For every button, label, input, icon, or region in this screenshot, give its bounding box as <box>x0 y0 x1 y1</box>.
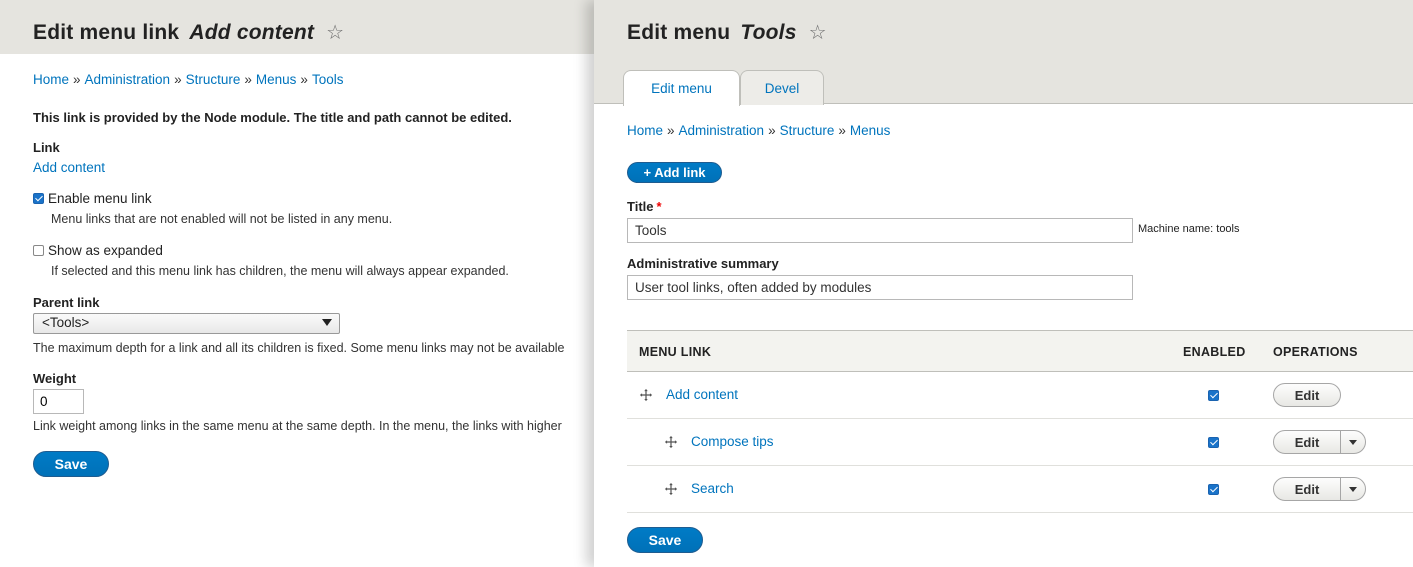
show-expanded-description: If selected and this menu link has child… <box>51 264 509 278</box>
breadcrumb-separator: » <box>174 72 182 87</box>
edit-button[interactable]: Edit <box>1273 430 1366 454</box>
breadcrumb-home[interactable]: Home <box>33 72 69 87</box>
edit-button[interactable]: Edit <box>1273 477 1366 501</box>
add-link-button[interactable]: + Add link <box>627 162 722 183</box>
save-button[interactable]: Save <box>627 527 703 553</box>
weight-description: Link weight among links in the same menu… <box>33 419 562 433</box>
parent-link-selected-value: <Tools> <box>42 315 90 330</box>
menu-link-title[interactable]: Search <box>691 481 734 496</box>
enable-menu-link-checkbox[interactable] <box>33 193 44 204</box>
edit-button[interactable]: Edit <box>1273 383 1341 407</box>
breadcrumb-menus[interactable]: Menus <box>850 123 891 138</box>
title-label: Title * <box>627 199 662 214</box>
breadcrumb-separator: » <box>838 123 846 138</box>
breadcrumb-administration[interactable]: Administration <box>679 123 765 138</box>
menu-links-table: MENU LINK ENABLED OPERATIONS Add content… <box>627 330 1413 513</box>
drag-handle-icon[interactable] <box>664 435 678 449</box>
title-input[interactable] <box>627 218 1133 243</box>
administrative-summary-label: Administrative summary <box>627 256 779 271</box>
page-title-entity: Add content <box>189 21 315 44</box>
edit-button-label[interactable]: Edit <box>1274 478 1340 500</box>
breadcrumb-menus[interactable]: Menus <box>256 72 297 87</box>
enabled-checkbox[interactable] <box>1208 390 1219 401</box>
breadcrumb-separator: » <box>300 72 308 87</box>
tab-edit-menu[interactable]: Edit menu <box>623 70 740 106</box>
edit-button-label[interactable]: Edit <box>1274 384 1340 406</box>
show-expanded-label[interactable]: Show as expanded <box>48 243 163 258</box>
table-row: Search Edit <box>627 466 1413 513</box>
caret-down-icon <box>1349 439 1357 445</box>
breadcrumb-home[interactable]: Home <box>627 123 663 138</box>
enable-menu-link-field[interactable]: Enable menu link <box>33 191 152 206</box>
page-title: Edit menu link Add content ☆ <box>33 0 594 45</box>
drag-handle-icon[interactable] <box>664 482 678 496</box>
table-header: MENU LINK ENABLED OPERATIONS <box>627 330 1413 372</box>
required-marker: * <box>656 199 662 214</box>
page-header: Edit menu Tools ☆ Edit menu Devel <box>594 0 1413 106</box>
breadcrumb-structure[interactable]: Structure <box>780 123 835 138</box>
star-outline-icon[interactable]: ☆ <box>809 22 827 44</box>
breadcrumb-administration[interactable]: Administration <box>85 72 171 87</box>
breadcrumb: Home» Administration» Structure» Menus <box>627 123 890 138</box>
breadcrumb-separator: » <box>73 72 81 87</box>
breadcrumb-tools[interactable]: Tools <box>312 72 344 87</box>
link-label: Link <box>33 140 60 155</box>
menu-link-title[interactable]: Compose tips <box>691 434 774 449</box>
parent-link-label: Parent link <box>33 295 100 310</box>
page-title-prefix: Edit menu <box>627 21 731 44</box>
page-title: Edit menu Tools ☆ <box>627 0 827 45</box>
table-row: Add content Edit <box>627 372 1413 419</box>
operations-dropdown-toggle[interactable] <box>1340 478 1365 500</box>
edit-button-label[interactable]: Edit <box>1274 431 1340 453</box>
edit-menu-pane: Edit menu Tools ☆ Edit menu Devel Home» A… <box>594 0 1413 567</box>
show-expanded-field[interactable]: Show as expanded <box>33 243 163 258</box>
menu-link-title[interactable]: Add content <box>666 387 738 402</box>
breadcrumb-separator: » <box>768 123 776 138</box>
module-notice: This link is provided by the Node module… <box>33 110 512 125</box>
edit-menu-link-pane: Edit menu link Add content ☆ Home» Admini… <box>0 0 594 567</box>
drag-handle-icon[interactable] <box>639 388 653 402</box>
page-title-prefix: Edit menu link <box>33 21 180 44</box>
enable-menu-link-label[interactable]: Enable menu link <box>48 191 152 206</box>
machine-name: Machine name: tools <box>1138 223 1240 235</box>
table-row: Compose tips Edit <box>627 419 1413 466</box>
caret-down-icon <box>1349 486 1357 492</box>
enable-menu-link-description: Menu links that are not enabled will not… <box>51 212 393 226</box>
enabled-checkbox[interactable] <box>1208 484 1219 495</box>
caret-down-icon <box>322 319 332 326</box>
show-expanded-checkbox[interactable] <box>33 245 44 256</box>
link-value[interactable]: Add content <box>33 160 105 175</box>
star-outline-icon[interactable]: ☆ <box>326 22 344 44</box>
administrative-summary-input[interactable] <box>627 275 1133 300</box>
breadcrumb-separator: » <box>667 123 675 138</box>
title-label-text: Title <box>627 199 654 214</box>
page-header: Edit menu link Add content ☆ <box>0 0 594 54</box>
header-operations: OPERATIONS <box>1273 345 1358 359</box>
breadcrumb: Home» Administration» Structure» Menus» Tool… <box>33 72 343 87</box>
header-menu-link: MENU LINK <box>639 345 712 359</box>
page-title-entity: Tools <box>740 21 797 44</box>
operations-dropdown-toggle[interactable] <box>1340 431 1365 453</box>
header-enabled: ENABLED <box>1183 345 1246 359</box>
weight-input[interactable] <box>33 389 84 414</box>
enabled-checkbox[interactable] <box>1208 437 1219 448</box>
parent-link-description: The maximum depth for a link and all its… <box>33 341 565 355</box>
weight-label: Weight <box>33 371 77 386</box>
save-button[interactable]: Save <box>33 451 109 477</box>
tab-devel[interactable]: Devel <box>740 70 824 105</box>
breadcrumb-structure[interactable]: Structure <box>186 72 241 87</box>
breadcrumb-separator: » <box>244 72 252 87</box>
parent-link-select[interactable]: <Tools> <box>33 313 340 334</box>
